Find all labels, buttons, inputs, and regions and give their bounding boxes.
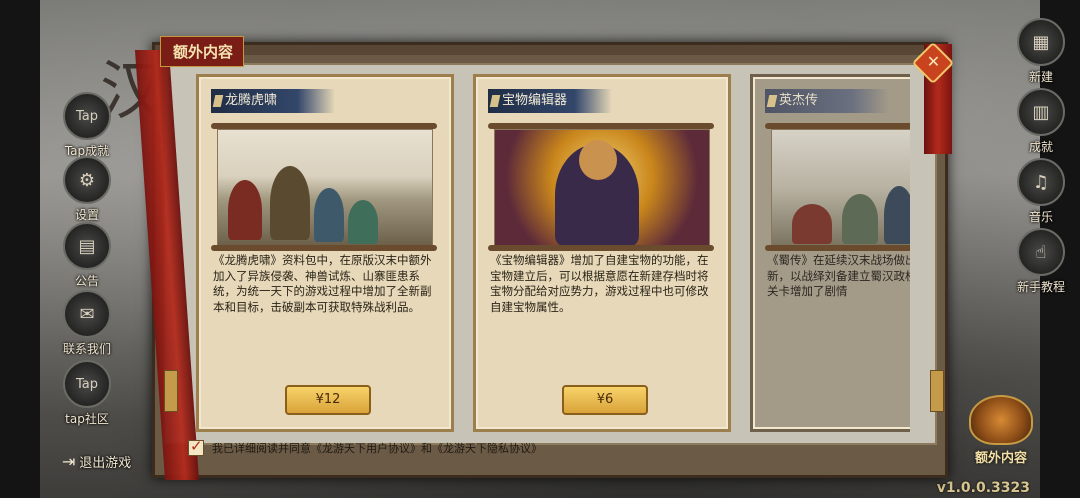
notice-icon: ▤ [63,222,111,270]
tap-icon: Tap [63,92,111,140]
card-title: 龙腾虎啸 [211,89,335,113]
illustration-figure [228,180,262,240]
tap-achievement-button[interactable]: Tap Tap成就 [52,92,122,159]
tiger-emblem-icon [969,395,1033,445]
buy-button[interactable]: ¥6 [562,385,648,415]
side-label: 联系我们 [62,342,111,356]
buy-button[interactable]: ¥12 [285,385,371,415]
card-description: 《龙腾虎啸》资料包中，在原版汉末中额外加入了异族侵袭、神兽试炼、山寨匪患系统，为… [213,253,432,314]
card-description: 《蜀传》在延续汉末战场做出了一定的创新，以战绎刘备建立蜀汉政权之路绎，配合关卡增… [767,253,910,298]
side-label: 设置 [74,208,99,222]
card-illustration-battle [217,129,433,247]
contact-us-button[interactable]: ✉ 联系我们 [52,290,122,357]
illustration-figure [842,194,878,244]
side-label: 成就 [1028,140,1053,154]
illustration-figure [884,186,910,244]
illustration-figure [348,200,378,244]
tap-community-button[interactable]: Tap tap社区 [52,360,122,427]
dlc-card-heroes[interactable]: 英杰传 《蜀传》在延续汉末战场做出了一定的创新，以战绎刘备建立蜀汉政权之路绎，配… [750,74,910,432]
gear-icon: ⚙ [63,156,111,204]
close-icon: ✕ [927,52,941,72]
side-label: 新建 [1028,70,1053,84]
exit-icon: ⇥ [62,452,76,471]
extra-content-badge[interactable]: 额外内容 [958,395,1044,466]
tutorial-button[interactable]: ☝ 新手教程 [1006,228,1076,295]
modal-top-bar [155,45,945,55]
agreement-checkbox[interactable] [188,437,204,456]
version-label: v1.0.0.3323 [936,480,1030,496]
side-label: tap社区 [65,412,109,426]
illustration-figure [792,204,832,244]
exit-label: 退出游戏 [79,456,132,471]
agreement-row[interactable]: 我已详细阅读并同意《龙游天下用户协议》和《龙游天下隐私协议》 [188,437,542,456]
scroll-rod-bottom [765,245,910,251]
illustration-figure [270,166,310,240]
illustration-face [579,140,617,180]
dlc-card-treasure-editor[interactable]: 宝物编辑器 《宝物编辑器》增加了自建宝物的功能，在宝物建立后，可以根据意愿在新建… [473,74,731,432]
card-description: 《宝物编辑器》增加了自建宝物的功能，在宝物建立后，可以根据意愿在新建存档时将宝物… [490,253,709,314]
scroll-rod-bottom [488,245,714,251]
card-illustration-merchant [494,129,710,247]
dlc-card-longteng[interactable]: 龙腾虎啸 《龙腾虎啸》资料包中，在原版汉末中额外加入了异族侵袭、神兽试炼、山寨匪… [196,74,454,432]
scroll-rod-bottom [211,245,437,251]
modal-title: 额外内容 [160,36,245,67]
new-icon: ▦ [1017,18,1065,66]
achievement-icon: ▥ [1017,88,1065,136]
mail-icon: ✉ [63,290,111,338]
extra-content-badge-label: 额外内容 [974,451,1027,466]
card-title: 英杰传 [765,89,889,113]
side-label: 音乐 [1028,210,1053,224]
tutorial-icon: ☝ [1017,228,1065,276]
card-illustration-army [771,129,910,247]
scroll-left-handle[interactable] [164,370,178,412]
side-label: 公告 [74,274,99,288]
exit-game-button[interactable]: ⇥ 退出游戏 [62,452,152,471]
achievement-button[interactable]: ▥ 成就 [1006,88,1076,155]
tap-community-icon: Tap [63,360,111,408]
card-clip: 英杰传 《蜀传》在延续汉末战场做出了一定的创新，以战绎刘备建立蜀汉政权之路绎，配… [750,74,910,432]
card-title: 宝物编辑器 [488,89,612,113]
music-button[interactable]: ♫ 音乐 [1006,158,1076,225]
left-black-edge [0,0,40,498]
notice-button[interactable]: ▤ 公告 [52,222,122,289]
illustration-figure [314,188,344,242]
settings-button[interactable]: ⚙ 设置 [52,156,122,223]
scroll-right-handle[interactable] [930,370,944,412]
agreement-text: 我已详细阅读并同意《龙游天下用户协议》和《龙游天下隐私协议》 [212,442,542,455]
side-label: 新手教程 [1016,280,1065,294]
music-icon: ♫ [1017,158,1065,206]
new-game-button[interactable]: ▦ 新建 [1006,18,1076,85]
